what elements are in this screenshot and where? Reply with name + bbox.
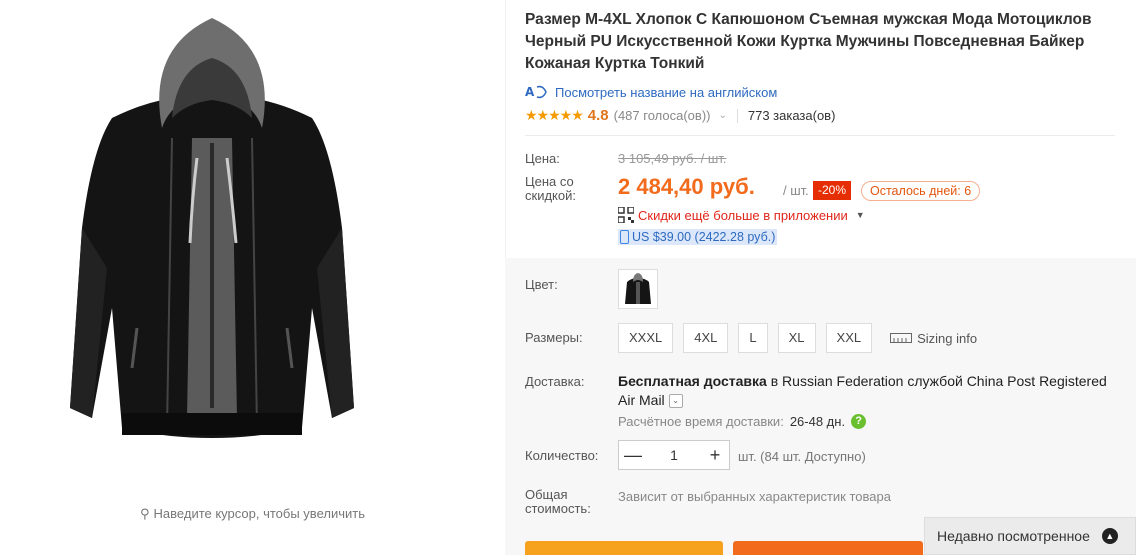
total-value: Зависит от выбранных характеристик товар… (618, 489, 891, 504)
color-option-black[interactable] (618, 269, 658, 309)
total-label: Общая стоимость: (525, 487, 591, 516)
delivery-info: Бесплатная доставка в Russian Federation… (618, 372, 1118, 410)
delivery-eta: Расчётное время доставки: 26-48 дн. ? (618, 414, 867, 429)
zoom-hint-text: Наведите курсор, чтобы увеличить (153, 506, 365, 521)
chevron-down-icon[interactable]: ⌄ (718, 110, 726, 121)
sizing-info-link[interactable]: Sizing info (890, 331, 977, 346)
star-rating-icon: ★★★★★ (525, 107, 584, 123)
chevron-down-icon[interactable]: ⌄ (668, 394, 683, 409)
divider (736, 108, 738, 123)
add-to-cart-button[interactable] (733, 541, 923, 555)
caret-down-icon: ▼ (855, 210, 865, 220)
recently-viewed-label: Недавно посмотренное (937, 528, 1090, 544)
quantity-available: шт. (84 шт. Доступно) (738, 449, 866, 464)
usd-price: US $39.00 (2422.28 руб.) (618, 229, 778, 245)
ruler-icon (890, 333, 913, 343)
sizing-info-label: Sizing info (917, 330, 978, 346)
sizes-label: Размеры: (525, 330, 583, 345)
eta-label: Расчётное время доставки: (618, 414, 784, 429)
phone-icon (620, 230, 629, 244)
delivery-label: Доставка: (525, 374, 585, 389)
quantity-label: Количество: (525, 448, 599, 463)
image-panel: ⚲ Наведите курсор, чтобы увеличить (0, 0, 505, 555)
recently-viewed-button[interactable]: Недавно посмотренное ▲ (924, 517, 1136, 555)
chevron-up-icon: ▲ (1101, 528, 1118, 544)
discount-price-label: Цена со скидкой: (525, 174, 576, 203)
free-shipping: Бесплатная доставка (618, 373, 767, 389)
discount-price: 2 484,40 руб. (618, 174, 755, 199)
orders-count: 773 заказа(ов) (747, 108, 836, 123)
rating-row: ★★★★★ 4.8 (487 голоса(ов)) ⌄ 773 заказа(… (525, 107, 835, 124)
rating-value: 4.8 (587, 107, 609, 124)
magnifier-icon: ⚲ (140, 506, 150, 521)
increase-button[interactable]: + (701, 445, 729, 466)
size-option[interactable]: L (738, 323, 768, 353)
qr-code-icon (618, 207, 634, 223)
app-discount-text: Скидки ещё больше в приложении (638, 207, 848, 223)
horizontal-divider (525, 135, 1115, 136)
size-option[interactable]: 4XL (683, 323, 729, 353)
quantity-input[interactable]: 1 (647, 447, 701, 463)
size-options: XXXL 4XL L XL XXL Sizing info (618, 323, 977, 353)
svg-text:A: A (525, 85, 535, 99)
discount-badge: -20% (813, 181, 852, 200)
eta-days: 26-48 дн. (789, 414, 846, 429)
translate-link[interactable]: A Посмотреть название на английском (525, 83, 777, 101)
translate-link-label: Посмотреть название на английском (555, 84, 778, 100)
product-title: Размер M-4XL Хлопок С Капюшоном Съемная … (525, 11, 1092, 72)
size-option[interactable]: XXL (825, 323, 873, 353)
translate-icon: A (525, 85, 547, 99)
zoom-hint: ⚲ Наведите курсор, чтобы увеличить (0, 506, 505, 522)
app-discount-link[interactable]: Скидки ещё больше в приложении ▼ (618, 207, 865, 223)
usd-price-text: US $39.00 (2422.28 руб.) (632, 230, 776, 244)
size-option[interactable]: XL (777, 323, 816, 353)
quantity-stepper: — 1 + (618, 440, 730, 470)
color-label: Цвет: (525, 277, 558, 292)
help-icon[interactable]: ? (851, 414, 867, 429)
decrease-button[interactable]: — (619, 445, 647, 466)
days-left-badge: Осталось дней: 6 (861, 181, 981, 201)
size-option[interactable]: XXXL (618, 323, 674, 353)
old-price: 3 105,49 руб. / шт. (618, 151, 727, 166)
per-unit: / шт. (783, 183, 809, 198)
jacket-thumbnail-icon (625, 273, 651, 304)
votes-count[interactable]: (487 голоса(ов)) (614, 108, 711, 123)
buy-now-button[interactable] (525, 541, 723, 555)
price-label: Цена: (525, 151, 560, 166)
jacket-image[interactable] (52, 8, 372, 478)
